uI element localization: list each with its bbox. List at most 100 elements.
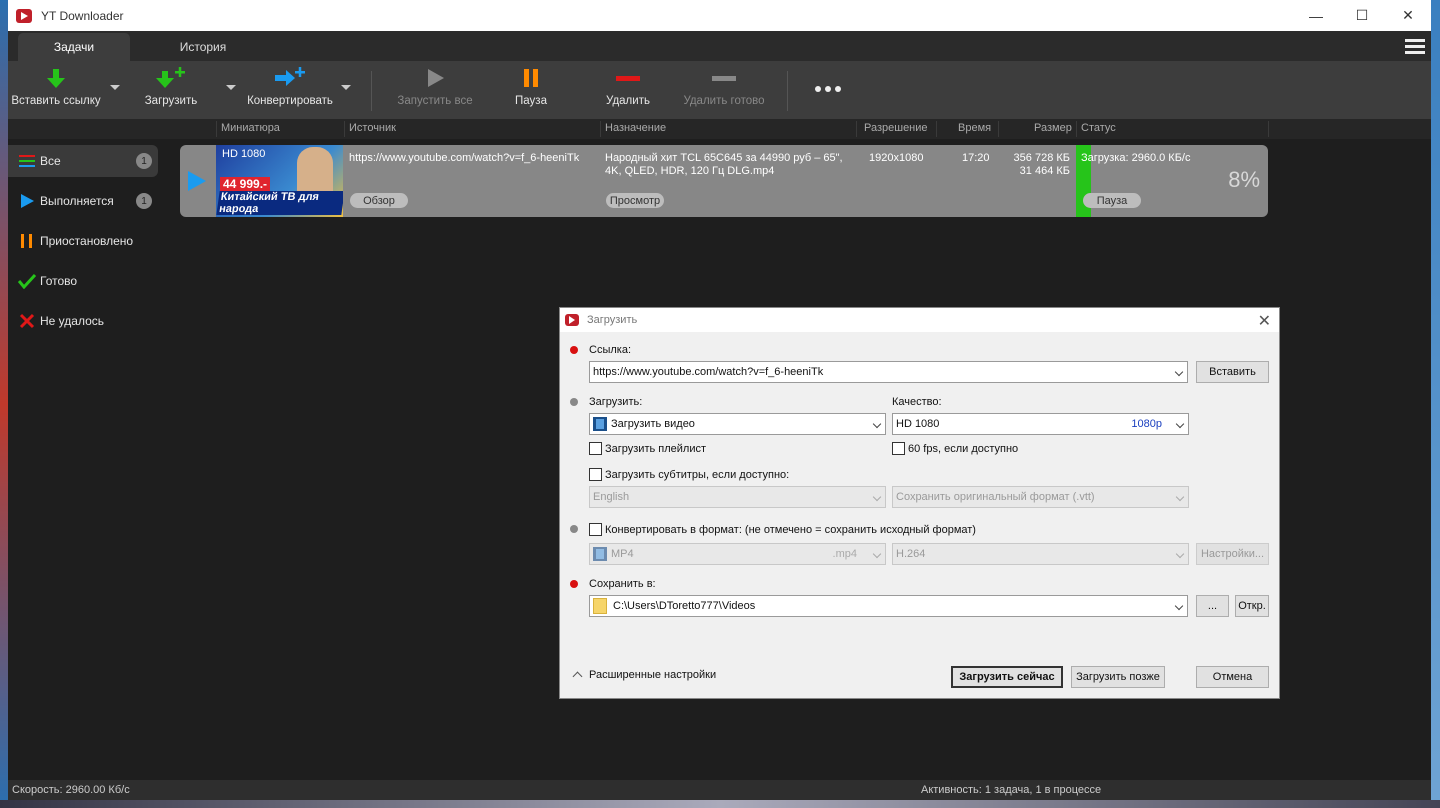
paste-link-button[interactable]: Вставить ссылку bbox=[11, 61, 101, 119]
section-dot bbox=[570, 525, 578, 533]
count-badge: 1 bbox=[136, 193, 152, 209]
dialog-title-bar[interactable]: Загрузить ✕ bbox=[560, 308, 1279, 332]
sidebar-item-paused[interactable]: Приостановлено bbox=[8, 225, 158, 257]
title-bar[interactable]: YT Downloader — ☐ ✕ bbox=[8, 0, 1431, 31]
subtitle-language-value: English bbox=[593, 491, 630, 503]
desktop-icons-strip bbox=[0, 0, 8, 808]
advanced-settings-toggle[interactable]: Расширенные настройки bbox=[572, 669, 716, 682]
minimize-button[interactable]: — bbox=[1293, 0, 1339, 31]
fps-checkbox[interactable]: 60 fps, если доступно bbox=[892, 442, 1018, 455]
download-plus-icon bbox=[155, 61, 187, 95]
quality-select[interactable]: HD 1080 1080p bbox=[892, 413, 1189, 435]
save-path-select[interactable]: C:\Users\DToretto777\Videos bbox=[589, 595, 1188, 617]
sidebar-item-running[interactable]: Выполняется 1 bbox=[8, 185, 158, 217]
col-resolution[interactable]: Разрешение bbox=[864, 122, 928, 134]
chevron-down-icon[interactable] bbox=[1174, 367, 1184, 377]
film-icon bbox=[593, 547, 607, 561]
maximize-button[interactable]: ☐ bbox=[1339, 0, 1385, 31]
tab-bar: Задачи История bbox=[8, 31, 1431, 61]
close-button[interactable]: ✕ bbox=[1385, 0, 1431, 31]
download-now-button[interactable]: Загрузить сейчас bbox=[951, 666, 1063, 688]
col-source[interactable]: Источник bbox=[349, 122, 396, 134]
sidebar-item-label: Все bbox=[40, 154, 61, 168]
chevron-down-icon[interactable] bbox=[872, 419, 882, 429]
col-destination[interactable]: Назначение bbox=[605, 122, 666, 134]
col-status[interactable]: Статус bbox=[1081, 122, 1116, 134]
sidebar-item-failed[interactable]: Не удалось bbox=[8, 305, 158, 337]
chevron-down-icon bbox=[1175, 492, 1185, 502]
delete-done-button[interactable]: Удалить готово bbox=[678, 61, 770, 119]
close-icon[interactable]: ✕ bbox=[1258, 311, 1271, 331]
toolbar: Вставить ссылку Загрузить Конвертировать… bbox=[8, 61, 1431, 119]
subtitle-format-value: Сохранить оригинальный формат (.vtt) bbox=[896, 491, 1095, 503]
playlist-checkbox[interactable]: Загрузить плейлист bbox=[589, 442, 706, 455]
chevron-down-icon[interactable] bbox=[1174, 601, 1184, 611]
format-select[interactable]: MP4 .mp4 bbox=[589, 543, 886, 565]
chevron-down-icon bbox=[872, 492, 882, 502]
format-extension: .mp4 bbox=[832, 548, 857, 560]
sidebar-item-label: Не удалось bbox=[40, 314, 105, 328]
col-size[interactable]: Размер bbox=[1034, 122, 1072, 134]
download-button[interactable]: Загрузить bbox=[136, 61, 206, 119]
download-later-button[interactable]: Загрузить позже bbox=[1071, 666, 1165, 688]
more-button[interactable] bbox=[808, 61, 848, 119]
toolbar-separator bbox=[787, 71, 788, 111]
link-label: Ссылка: bbox=[589, 344, 631, 356]
download-dropdown-icon[interactable] bbox=[226, 85, 236, 90]
app-logo-icon bbox=[16, 8, 32, 23]
paste-link-dropdown-icon[interactable] bbox=[110, 85, 120, 90]
toolbar-separator bbox=[371, 71, 372, 111]
task-status: Загрузка: 2960.0 КБ/с bbox=[1081, 152, 1191, 164]
start-all-button[interactable]: Запустить все bbox=[390, 61, 480, 119]
task-row[interactable]: HD 1080 44 999.- Китайский ТВ для народа… bbox=[180, 145, 1268, 217]
paste-link-label: Вставить ссылку bbox=[11, 95, 101, 107]
tab-history[interactable]: История bbox=[158, 33, 248, 61]
convert-checkbox[interactable]: Конвертировать в формат: (не отмечено = … bbox=[589, 523, 976, 536]
browse-folder-button[interactable]: ... bbox=[1196, 595, 1229, 617]
convert-label: Конвертировать bbox=[247, 95, 333, 107]
minus-icon bbox=[615, 61, 641, 95]
play-icon[interactable] bbox=[188, 171, 206, 191]
convert-dropdown-icon[interactable] bbox=[341, 85, 351, 90]
pause-button[interactable]: Пауза bbox=[500, 61, 562, 119]
chevron-down-icon[interactable] bbox=[1175, 419, 1185, 429]
link-input[interactable]: https://www.youtube.com/watch?v=f_6-heen… bbox=[589, 361, 1188, 383]
paste-button[interactable]: Вставить bbox=[1196, 361, 1269, 383]
subtitles-checkbox[interactable]: Загрузить субтитры, если доступно: bbox=[589, 468, 789, 481]
app-logo-icon bbox=[565, 314, 579, 326]
pause-icon bbox=[16, 233, 38, 249]
quality-label: Качество: bbox=[892, 396, 942, 408]
sidebar-item-done[interactable]: Готово bbox=[8, 265, 158, 297]
delete-button[interactable]: Удалить bbox=[596, 61, 660, 119]
delete-done-label: Удалить готово bbox=[683, 95, 765, 107]
column-header: Миниатюра Источник Назначение Разрешение… bbox=[8, 119, 1431, 139]
open-folder-button[interactable]: Откр. bbox=[1235, 595, 1269, 617]
view-destination-button[interactable]: Просмотр bbox=[606, 193, 664, 208]
download-type-value: Загрузить видео bbox=[611, 418, 695, 430]
convert-settings-button[interactable]: Настройки... bbox=[1196, 543, 1269, 565]
cross-icon bbox=[16, 313, 38, 329]
browse-source-button[interactable]: Обзор bbox=[350, 193, 408, 208]
convert-arrow-icon bbox=[273, 61, 307, 95]
codec-select[interactable]: H.264 bbox=[892, 543, 1189, 565]
menu-icon[interactable] bbox=[1405, 39, 1425, 55]
sidebar-item-all[interactable]: Все 1 bbox=[8, 145, 158, 177]
play-icon bbox=[16, 193, 38, 209]
download-type-label: Загрузить: bbox=[589, 396, 643, 408]
download-type-select[interactable]: Загрузить видео bbox=[589, 413, 886, 435]
col-time[interactable]: Время bbox=[958, 122, 991, 134]
task-source-url: https://www.youtube.com/watch?v=f_6-heen… bbox=[349, 152, 580, 164]
video-thumbnail[interactable]: HD 1080 44 999.- Китайский ТВ для народа bbox=[216, 145, 343, 217]
subtitle-format-select[interactable]: Сохранить оригинальный формат (.vtt) bbox=[892, 486, 1189, 508]
tab-tasks[interactable]: Задачи bbox=[18, 33, 130, 61]
subtitle-language-select[interactable]: English bbox=[589, 486, 886, 508]
col-thumbnail[interactable]: Миниатюра bbox=[221, 122, 280, 134]
convert-button[interactable]: Конвертировать bbox=[240, 61, 340, 119]
quality-value: HD 1080 bbox=[896, 418, 940, 430]
pause-label: Пауза bbox=[515, 95, 547, 107]
cancel-button[interactable]: Отмена bbox=[1196, 666, 1269, 688]
task-pause-button[interactable]: Пауза bbox=[1083, 193, 1141, 208]
task-size-total: 356 728 КБ bbox=[1013, 152, 1070, 164]
film-icon bbox=[593, 417, 607, 431]
save-location-label: Сохранить в: bbox=[589, 578, 656, 590]
